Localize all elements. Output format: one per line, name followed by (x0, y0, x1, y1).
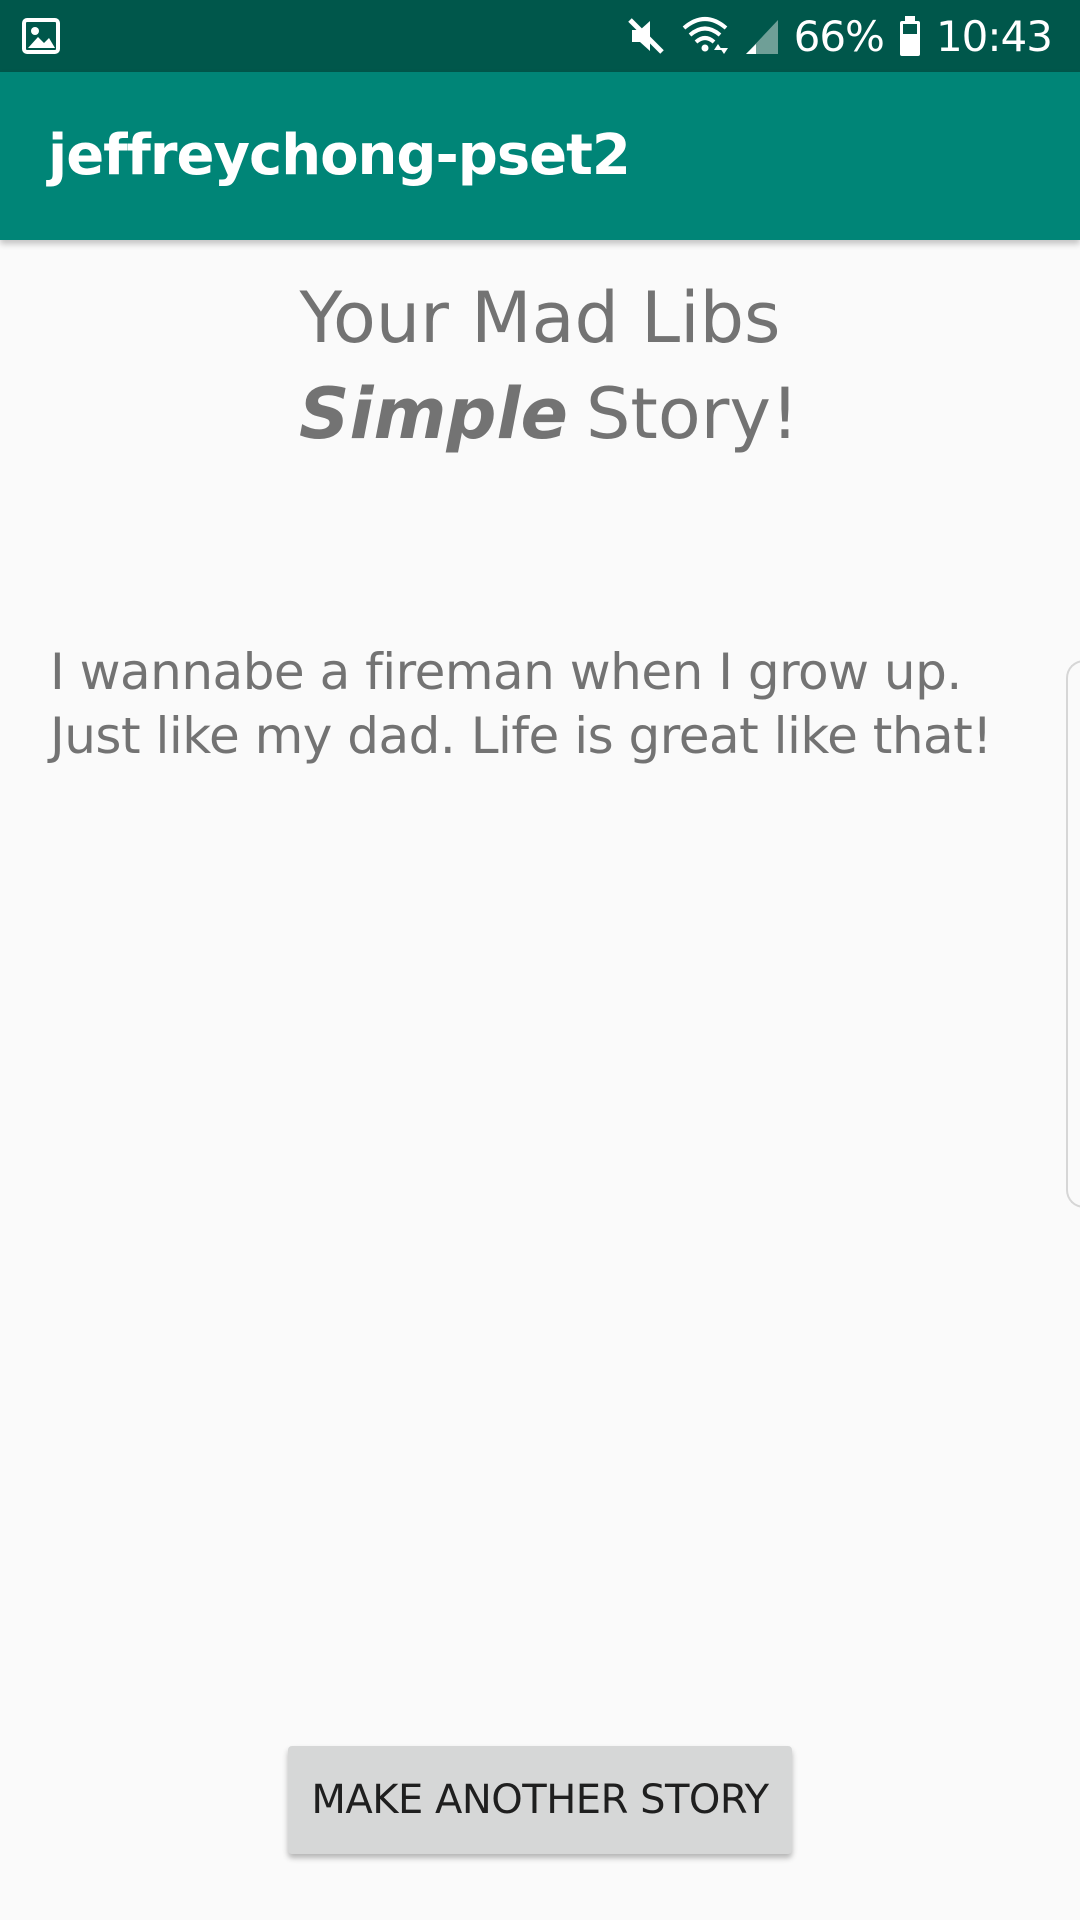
clock: 10:43 (935, 11, 1053, 61)
heading-line-1: Your Mad Libs (299, 277, 781, 359)
signal-icon (744, 14, 780, 58)
make-another-story-button[interactable]: MAKE ANOTHER STORY (288, 1746, 792, 1854)
edge-panel-handle[interactable] (1066, 660, 1080, 1208)
wifi-icon (680, 14, 730, 58)
mute-icon (626, 14, 666, 58)
story-text: I wannabe a fireman when I grow up. Just… (50, 643, 992, 765)
battery-icon (898, 14, 922, 58)
heading-line-2-rest: Story! (585, 373, 799, 455)
heading-line-2: Simple Story! (0, 366, 1080, 462)
battery-percent: 66% (793, 11, 885, 61)
gallery-notification-icon (22, 18, 62, 54)
heading-story-type: Simple (299, 373, 568, 455)
app-bar: jeffreychong-pset2 (0, 72, 1080, 240)
status-indicators: 66% 10:43 (626, 0, 1053, 72)
app-title: jeffreychong-pset2 (48, 123, 631, 188)
story-heading: Your Mad Libs Simple Story! (0, 270, 1080, 462)
status-bar: 66% 10:43 (0, 0, 1080, 72)
